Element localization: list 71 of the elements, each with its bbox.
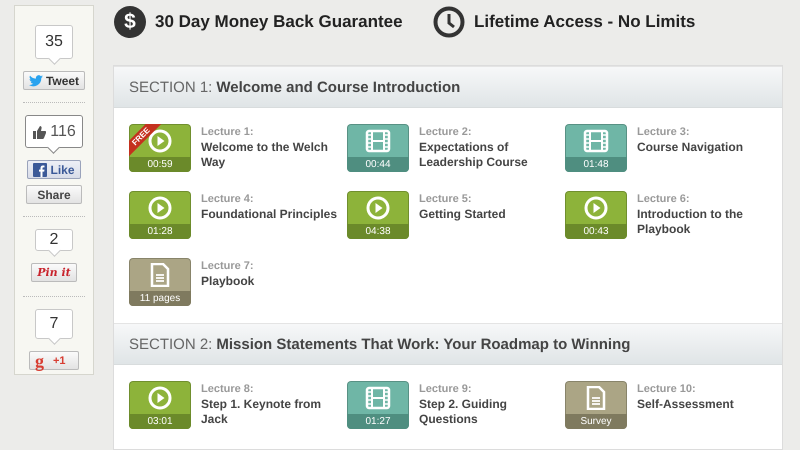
lecture-number: Lecture 8: <box>201 383 255 395</box>
duration-label: 04:38 <box>347 224 409 239</box>
lecture-title[interactable]: Playbook <box>201 274 341 289</box>
lecture-number: Lecture 7: <box>201 260 255 272</box>
duration-label: 03:01 <box>129 414 191 429</box>
play-icon <box>148 196 172 220</box>
clock-icon <box>433 6 465 38</box>
like-button[interactable]: Like <box>27 160 80 179</box>
lecture-number: Lecture 6: <box>637 193 691 205</box>
lecture-number: Lecture 1: <box>201 126 255 138</box>
lecture-thumbnail[interactable]: 11 pages <box>129 258 191 306</box>
lecture-title[interactable]: Welcome to the Welch Way <box>201 140 341 170</box>
bird-icon <box>28 74 43 86</box>
section-label: SECTION 2: <box>129 336 212 352</box>
lecture-thumbnail[interactable]: 01:28 <box>129 191 191 239</box>
section-title: Mission Statements That Work: Your Roadmap to Winning <box>216 336 630 352</box>
lecture-thumbnail[interactable]: 00:43 <box>565 191 627 239</box>
pin-it-button[interactable]: Pin it <box>31 263 77 282</box>
lecture-thumbnail[interactable]: 01:27 <box>347 381 409 429</box>
document-icon <box>150 262 170 286</box>
lecture-title[interactable]: Self-Assessment <box>637 397 777 412</box>
section-label: SECTION 1: <box>129 78 212 96</box>
lecture-title[interactable]: Course Navigation <box>637 140 777 155</box>
lecture-thumbnail[interactable]: 04:38 <box>347 191 409 239</box>
lecture-number: Lecture 3: <box>637 126 691 138</box>
play-icon <box>148 386 172 410</box>
film-icon <box>365 128 391 152</box>
section-header[interactable]: SECTION 2: Mission Statements That Work: Your Roadmap to Winning <box>114 323 782 365</box>
lecture-thumbnail[interactable]: Survey <box>565 381 627 429</box>
duration-label: 11 pages <box>129 291 191 306</box>
document-icon <box>586 386 606 410</box>
plus-one-button[interactable]: g +1 <box>29 351 79 370</box>
lecture-thumbnail[interactable]: 03:01 <box>129 381 191 429</box>
duration-label: 00:43 <box>565 224 627 239</box>
share-count: 2 <box>35 229 73 257</box>
guarantee-text: Lifetime Access - No Limits <box>474 12 696 32</box>
play-icon <box>584 196 608 220</box>
lecture-title[interactable]: Getting Started <box>419 207 559 222</box>
play-icon <box>366 196 390 220</box>
lecture-title[interactable]: Step 1. Keynote from Jack <box>201 397 341 427</box>
dollar-icon: $ <box>114 6 146 38</box>
play-icon <box>148 128 172 152</box>
duration-label: Survey <box>565 414 627 429</box>
lecture-title[interactable]: Step 2. Guiding Questions <box>419 397 559 427</box>
film-icon <box>583 128 609 152</box>
lecture-number: Lecture 10: <box>637 383 697 395</box>
lecture-thumbnail[interactable]: 00:44 <box>347 124 409 172</box>
duration-label: 01:28 <box>129 224 191 239</box>
share-count: 35 <box>35 25 73 65</box>
share-count: 7 <box>35 309 73 345</box>
lecture-number: Lecture 4: <box>201 193 255 205</box>
guarantee-text: 30 Day Money Back Guarantee <box>155 12 403 32</box>
thumbs-up-icon <box>32 124 46 138</box>
duration-label: 00:59 <box>129 157 191 172</box>
section-header[interactable]: SECTION 1: Welcome and Course Introduction <box>114 66 782 108</box>
lecture-thumbnail[interactable]: 01:48 <box>565 124 627 172</box>
tweet-button[interactable]: Tweet <box>22 71 86 90</box>
lecture-title[interactable]: Introduction to the Playbook <box>637 207 777 237</box>
section-title: Welcome and Course Introduction <box>216 78 460 96</box>
lecture-title[interactable]: Foundational Principles <box>201 207 341 222</box>
duration-label: 01:27 <box>347 414 409 429</box>
lecture-number: Lecture 2: <box>419 126 473 138</box>
lecture-title[interactable]: Expectations of Leadership Course <box>419 140 559 170</box>
lecture-number: Lecture 9: <box>419 383 473 395</box>
film-icon <box>365 386 391 410</box>
like-count: 116 <box>25 115 83 154</box>
lecture-number: Lecture 5: <box>419 193 473 205</box>
duration-label: 00:44 <box>347 157 409 172</box>
facebook-icon <box>33 162 48 176</box>
duration-label: 01:48 <box>565 157 627 172</box>
share-button[interactable]: Share <box>26 185 82 204</box>
